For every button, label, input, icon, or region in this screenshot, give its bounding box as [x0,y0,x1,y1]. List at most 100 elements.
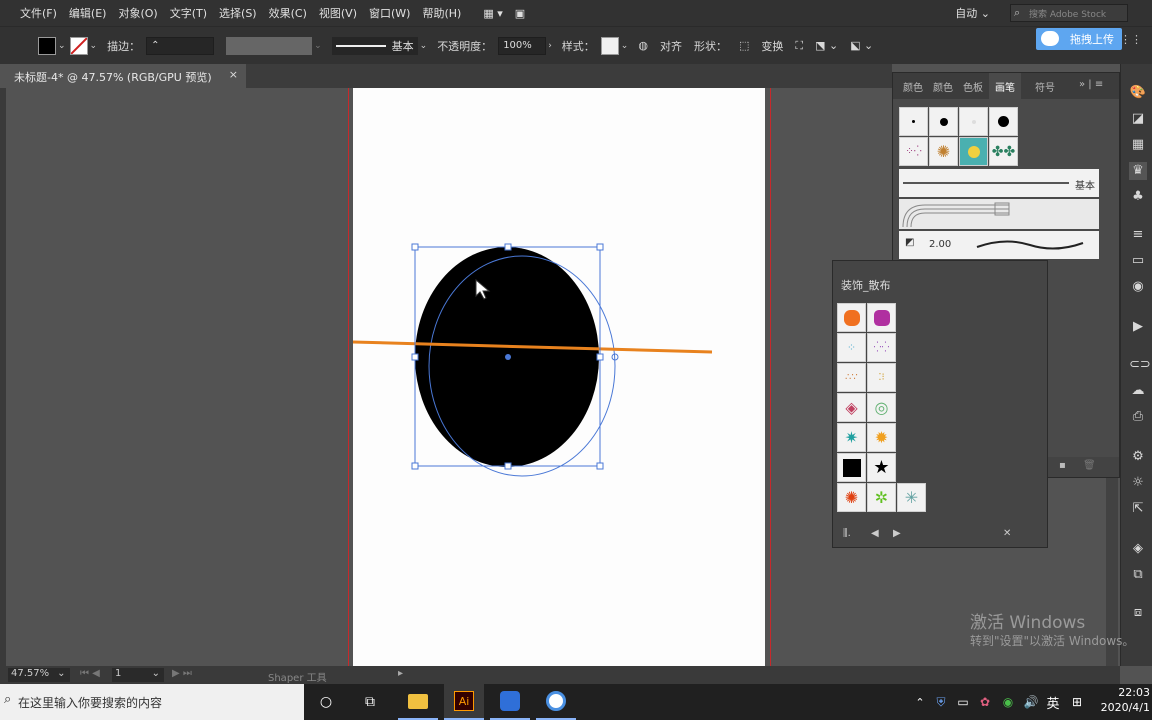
graphic-style-swatch[interactable] [600,36,619,55]
scatter-sparkles[interactable]: ⁚⁝ [867,363,896,392]
chevron-down-icon[interactable]: ⌄ [58,41,66,51]
brush-dot-faint[interactable] [959,107,988,136]
menu-object[interactable]: 对象(O) [112,5,163,21]
menu-edit[interactable]: 编辑(E) [63,5,113,21]
scatter-diamond[interactable]: ◈ [837,393,866,422]
menu-window[interactable]: 窗口(W) [363,5,416,21]
transparency-icon[interactable]: ◉ [1129,278,1147,296]
close-icon[interactable]: × [229,68,238,81]
asset-export-icon[interactable]: ⎙ [1129,408,1147,426]
brush-row-basic[interactable]: 基本 [899,169,1099,197]
appearance-icon[interactable]: ☼ [1129,474,1147,492]
color-guide-icon[interactable]: ◪ [1129,110,1147,128]
taskbar-search[interactable]: ⌕ 在这里输入你要搜索的内容 [0,684,304,720]
menu-select[interactable]: 选择(S) [213,5,263,21]
task-view-icon[interactable]: ⧉ [350,684,390,720]
upload-button[interactable]: 拖拽上传 [1036,27,1122,50]
layers-icon[interactable]: ◈ [1129,540,1147,558]
tab-swatches[interactable]: 色板 [963,73,983,94]
navigator-icon[interactable]: ⧈ [1129,604,1147,622]
ime-mode-icon[interactable]: ⊞ [1066,684,1088,720]
workspace-switcher[interactable]: 自动 ⌄ [949,5,996,21]
scatter-warm-dots[interactable]: ∴∵ [837,363,866,392]
actions-icon[interactable]: ▶ [1129,318,1147,336]
status-menu-icon[interactable]: ▸ [398,668,403,679]
stroke-weight-field[interactable]: ⌃ [146,36,215,55]
reference-point-icon[interactable]: ⬔ ⌄ [815,39,838,52]
align-button[interactable]: 对齐 [660,38,682,54]
delete-icon[interactable]: 🗑 [1083,460,1096,471]
file-explorer-icon[interactable] [398,684,438,720]
links-icon[interactable]: ⊂⊃ [1129,356,1151,374]
menu-view[interactable]: 视图(V) [313,5,363,21]
ime-indicator[interactable]: 英 [1042,684,1064,720]
tab-symbols[interactable]: 符号 [1035,73,1055,94]
swatches-icon[interactable]: ▦ [1129,136,1147,154]
gradient-icon[interactable]: ▭ [1129,252,1147,270]
properties-icon[interactable]: ⚙ [1129,448,1147,466]
cc-libraries-icon[interactable]: ☁ [1129,382,1147,400]
brush-dot-small[interactable] [899,107,928,136]
tray-app-icon[interactable]: ▭ [952,684,974,720]
tab-brushes[interactable]: 画笔 [989,73,1021,101]
brush-definition[interactable]: 基本 [331,36,418,55]
symbols-icon[interactable]: ♣ [1129,188,1147,206]
tools-icon[interactable]: ✕ [1003,528,1011,539]
scatter-blue-dots[interactable]: ⁘ [837,333,866,362]
menu-type[interactable]: 文字(T) [164,5,213,21]
menu-file[interactable]: 文件(F) [14,5,63,21]
tab-color-guide[interactable]: 颜色 [933,73,953,94]
scatter-red-sun[interactable]: ✺ [837,483,866,512]
cortana-icon[interactable]: ○ [306,684,346,720]
tray-flower-icon[interactable]: ✿ [974,684,996,720]
layout-grid-icon[interactable]: ▦ ▾ [477,7,508,20]
artboard[interactable] [353,88,765,666]
volume-icon[interactable]: 🔊 [1020,684,1042,720]
chevron-right-icon[interactable]: › [548,41,552,51]
chevron-down-icon[interactable]: ⌄ [621,41,629,51]
stroke-swatch[interactable] [69,36,88,55]
scatter-teal-star[interactable]: ✷ [837,423,866,452]
scatter-rings[interactable]: ◎ [867,393,896,422]
chevron-down-icon[interactable]: ⌄ [90,41,98,51]
panel-menu-icon[interactable]: » | ≡ [1079,73,1103,90]
previous-library-icon[interactable]: ◀ [871,528,879,539]
isolate-icon[interactable]: ⬕ ⌄ [850,39,873,52]
next-artboard-icon[interactable]: ▶ ⏭ [172,668,192,679]
wechat-icon[interactable]: ◉ [996,684,1020,720]
first-artboard-icon[interactable]: ⏮ ◀ [80,668,100,679]
chevron-down-icon[interactable]: ⌄ [420,41,428,51]
brush-row-calligraphic[interactable]: ◩ 2.00 [899,231,1099,259]
scatter-orange-hexagon[interactable] [837,303,866,332]
shape-bounds-icon[interactable]: ⬚ [739,39,749,52]
transform-button[interactable]: 变换 [761,38,783,54]
scatter-green-ring[interactable]: ✲ [867,483,896,512]
brush-row-pattern[interactable] [899,199,1099,229]
zoom-dropdown[interactable]: 47.57% ⌄ [8,668,70,682]
illustrator-icon[interactable]: Ai [444,684,484,720]
scatter-magenta-gem[interactable] [867,303,896,332]
brushes-icon[interactable]: ♛ [1129,162,1147,180]
defender-icon[interactable]: ⛨ [930,684,952,720]
artboard-number-field[interactable]: 1 ⌄ [112,668,164,682]
scatter-confetti[interactable]: ⁛⁛ [867,333,896,362]
panel-menu-icon[interactable]: ⋮⋮ [1120,33,1142,46]
brush-library-icon[interactable]: ⫼. [843,528,851,539]
next-library-icon[interactable]: ▶ [893,528,901,539]
adobe-stock-search[interactable]: ⌕ 搜索 Adobe Stock [1010,4,1128,22]
scatter-black-square[interactable] [837,453,866,482]
brush-star-cluster[interactable]: ✺ [929,137,958,166]
brush-dot-large[interactable] [989,107,1018,136]
bridge-icon[interactable]: ▣ [509,7,531,20]
fill-swatch[interactable] [38,36,56,55]
clock[interactable]: 22:03 2020/4/1 [1098,686,1152,718]
tray-expand-icon[interactable]: ⌃ [910,684,930,720]
artboards-icon[interactable]: ⧉ [1129,566,1147,584]
color-panel-icon[interactable]: 🎨 [1129,84,1147,102]
opacity-field[interactable]: 100% [498,36,547,55]
chevron-down-icon[interactable]: ⌄ [314,41,322,51]
wps-icon[interactable] [490,684,530,720]
menu-effect[interactable]: 效果(C) [263,5,313,21]
menu-help[interactable]: 帮助(H) [416,5,467,21]
tab-color[interactable]: 颜色 [903,73,923,94]
